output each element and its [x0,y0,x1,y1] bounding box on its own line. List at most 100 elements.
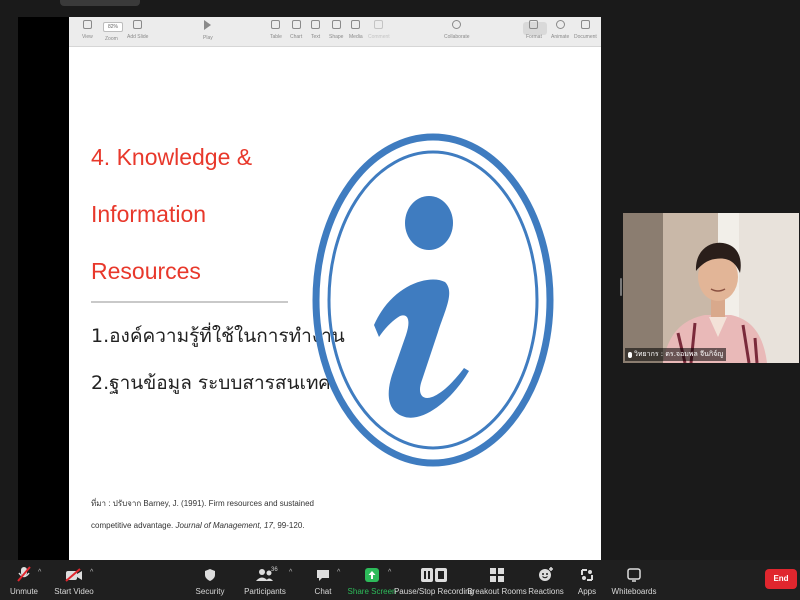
source-journal: Journal of Management, 17 [175,521,273,530]
comment-icon [374,20,384,29]
pause-stop-icons [421,560,447,582]
video-off-icon [65,560,83,582]
participant-video[interactable]: วิทยากร : ดร.จอมพล จีนกิจ์ญู [623,213,799,363]
shield-icon [204,560,216,582]
chat-button[interactable]: Chat [308,560,338,600]
whiteboard-icon [627,560,641,582]
view-icon [82,20,92,29]
text-button[interactable]: Text [311,20,320,40]
shape-button[interactable]: Shape [329,20,343,40]
slide-title: 4. Knowledge & Information Resources [91,129,281,300]
participants-options-caret[interactable]: ^ [289,569,292,576]
chart-button[interactable]: Chart [290,20,302,40]
bullet-1: 1.องค์ความรู้ที่ใช้ในการทำงาน [91,325,345,347]
view-label: View [82,34,93,40]
source-line-2-start: competitive advantage. [91,521,176,530]
share-screen-label: Share Screen [347,587,397,596]
chart-icon [291,20,301,29]
share-screen-button[interactable]: Share Screen [347,560,397,600]
document-icon [580,20,590,29]
breakout-rooms-button[interactable]: Breakout Rooms [467,560,527,600]
video-options-caret[interactable]: ^ [90,569,93,576]
chart-label: Chart [290,34,303,40]
add-slide-label: Add Slide [127,34,149,40]
smiley-plus-icon [538,560,554,582]
title-line-3: Resources [91,258,201,284]
apps-label: Apps [577,587,597,596]
start-video-button[interactable]: Start Video [54,560,94,600]
add-slide-button[interactable]: Add Slide [127,20,148,40]
format-button[interactable]: Format [526,20,542,40]
mic-muted-icon [17,560,31,582]
meeting-controls-bar: Unmute ^ Start Video ^ Security Particip… [0,560,800,600]
media-button[interactable]: Media [349,20,363,40]
participant-avatar [663,242,767,363]
security-button[interactable]: Security [194,560,226,600]
participant-name: วิทยากร : ดร.จอมพล จีนกิจ์ญู [634,350,724,358]
reactions-button[interactable]: Reactions [528,560,564,600]
whiteboards-label: Whiteboards [611,587,657,596]
zoom-label: Zoom [105,36,118,42]
participants-button[interactable]: Participants [244,560,286,600]
media-icon [351,20,361,29]
pause-stop-recording-button[interactable]: Pause/Stop Recording [394,560,474,600]
chat-bubble-icon [316,560,330,582]
unmute-label: Unmute [9,587,38,596]
collaborate-icon [452,20,462,29]
zoom-button[interactable]: Zoom [105,20,118,42]
shape-icon [331,20,341,29]
top-drag-pill[interactable] [60,0,140,6]
table-label: Table [270,34,282,40]
recording-label: Pause/Stop Recording [393,587,475,596]
title-divider [91,301,288,303]
share-options-caret[interactable]: ^ [388,569,391,576]
unmute-button[interactable]: Unmute [8,560,40,600]
table-icon [271,20,281,29]
bullet-2: 2.ฐานข้อมูล ระบบสารสนเทศ [91,372,331,394]
keynote-toolbar: View 82% Zoom Add Slide Play Table Chart… [69,17,601,47]
collaborate-label: Collaborate [444,34,470,40]
comment-label: Comment [368,34,390,40]
view-button[interactable]: View [82,20,93,40]
media-label: Media [349,34,363,40]
apps-icon [580,560,594,582]
mic-muted-icon [628,351,632,358]
chat-label: Chat [314,587,332,596]
breakout-rooms-label: Breakout Rooms [467,587,527,596]
slide-canvas[interactable]: 4. Knowledge & Information Resources 1.อ… [69,47,601,566]
start-video-label: Start Video [54,587,94,596]
participants-count: 36 [271,567,278,573]
zoom-meeting-window: View 82% Zoom Add Slide Play Table Chart… [0,0,800,600]
security-label: Security [195,587,225,596]
participant-name-tag: วิทยากร : ดร.จอมพล จีนกิจ์ญู [625,348,727,361]
share-screen-icon [365,560,379,582]
apps-button[interactable]: Apps [575,560,599,600]
document-button[interactable]: Document [574,20,597,40]
comment-button[interactable]: Comment [368,20,390,40]
text-label: Text [311,34,321,40]
reactions-label: Reactions [528,587,564,596]
format-label: Format [526,34,542,40]
info-icon [312,133,554,467]
text-icon [311,20,321,29]
chat-options-caret[interactable]: ^ [337,569,340,576]
format-brush-icon [529,20,539,29]
whiteboards-button[interactable]: Whiteboards [612,560,656,600]
video-panel-resize-handle[interactable] [620,278,622,296]
play-icon [204,20,212,30]
end-meeting-button[interactable]: End [765,569,797,589]
audio-options-caret[interactable]: ^ [38,569,41,576]
source-line-2: competitive advantage. Journal of Manage… [91,515,331,537]
animate-label: Animate [551,34,570,40]
source-line-1: ที่มา : ปรับจาก Barney, J. (1991). Firm … [91,499,314,508]
table-button[interactable]: Table [270,20,282,40]
breakout-rooms-icon [490,560,504,582]
source-citation: ที่มา : ปรับจาก Barney, J. (1991). Firm … [91,493,331,537]
play-button[interactable]: Play [203,20,213,41]
title-line-2: Information [91,201,207,227]
animate-icon [555,20,565,29]
animate-button[interactable]: Animate [551,20,569,40]
participants-label: Participants [244,587,286,596]
collaborate-button[interactable]: Collaborate [444,20,470,40]
document-label: Document [574,34,597,40]
